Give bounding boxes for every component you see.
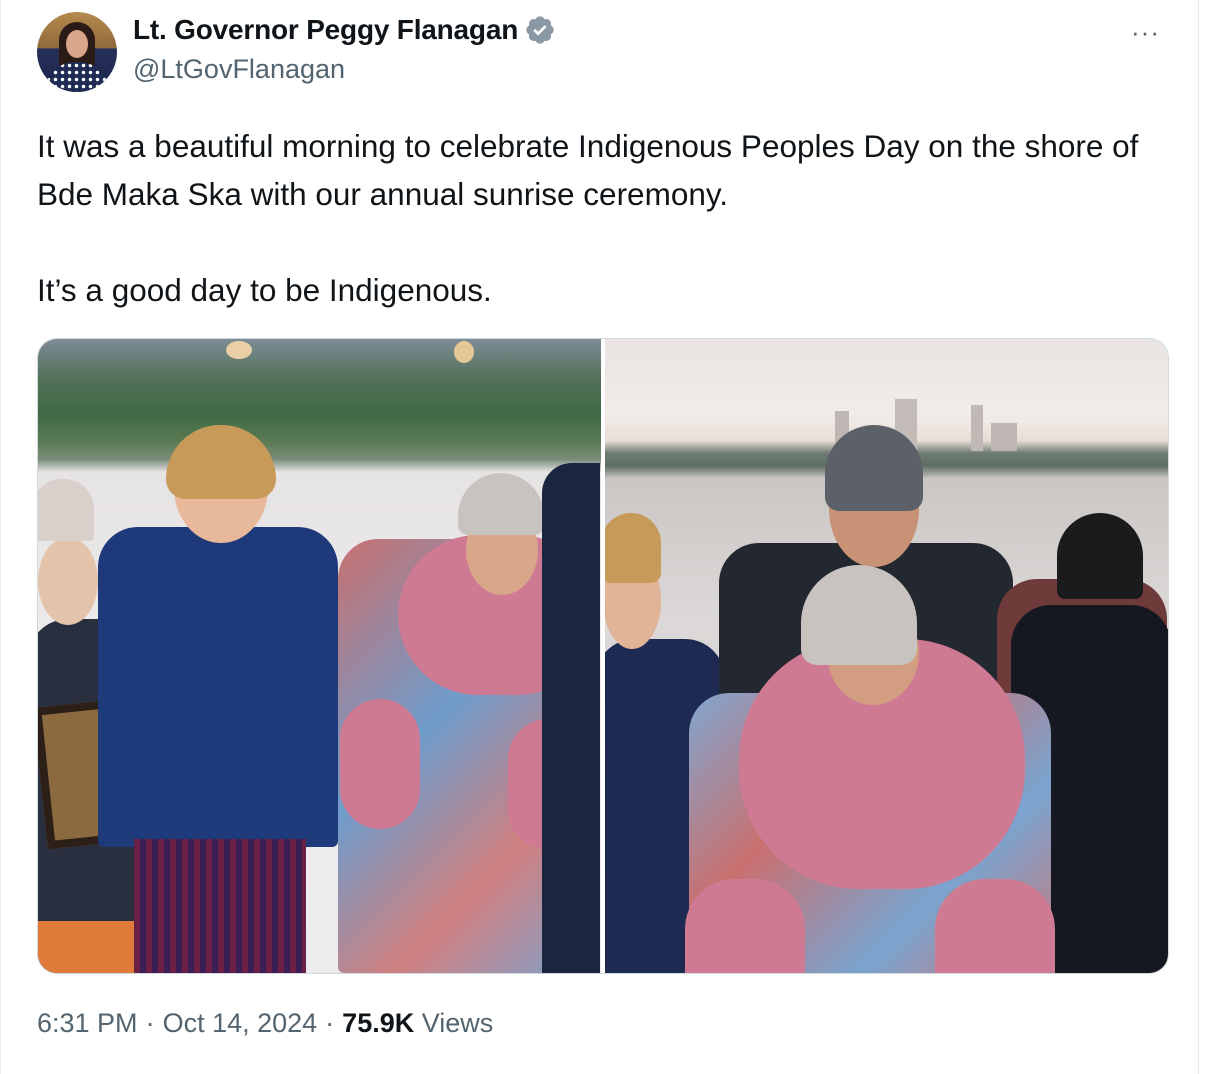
tweet-date[interactable]: Oct 14, 2024 [163,1008,318,1039]
fur-cuff [935,879,1055,973]
more-options-icon[interactable]: ··· [1131,19,1167,45]
tweet-paragraph-1: It was a beautiful morning to celebrate … [37,128,1139,212]
tweet-paragraph-2: It’s a good day to be Indigenous. [37,272,492,308]
avatar-face [66,30,88,58]
black-beanie [1057,513,1143,599]
hair [166,425,276,499]
tweet-card: Lt. Governor Peggy Flanagan @LtGovFlanag… [0,0,1199,1074]
author-handle[interactable]: @LtGovFlanagan [133,54,345,85]
tweet-time[interactable]: 6:31 PM [37,1008,138,1039]
fur-cuff [340,699,420,829]
avatar-dress [45,62,109,92]
media-grid [37,338,1169,974]
author-avatar[interactable] [37,12,117,92]
sun-glow [226,341,252,359]
photo-left[interactable] [38,339,601,973]
views-count: 75.9K [342,1008,415,1038]
hair [605,513,661,583]
tweet-text: It was a beautiful morning to celebrate … [37,122,1167,314]
author-name-text[interactable]: Lt. Governor Peggy Flanagan [133,14,518,46]
fur-cuff [685,879,805,973]
orange-skirt [38,921,138,973]
skyline-building [991,423,1017,451]
knit-hat [38,479,94,541]
person-figure [542,463,600,973]
person-head [38,537,98,625]
tweet-meta: 6:31 PM · Oct 14, 2024 · 75.9K Views [37,1008,493,1039]
author-name[interactable]: Lt. Governor Peggy Flanagan [133,14,556,46]
skyline-building [971,405,983,451]
sun-glow [454,341,474,363]
photo-right[interactable] [605,339,1168,973]
meta-separator: · [325,1008,335,1038]
verified-badge-icon [526,16,554,44]
views-label: Views [421,1008,494,1038]
knit-hat [458,473,544,535]
plaid-skirt [134,839,306,973]
meta-separator: · [145,1008,155,1038]
person-figure [98,527,338,847]
